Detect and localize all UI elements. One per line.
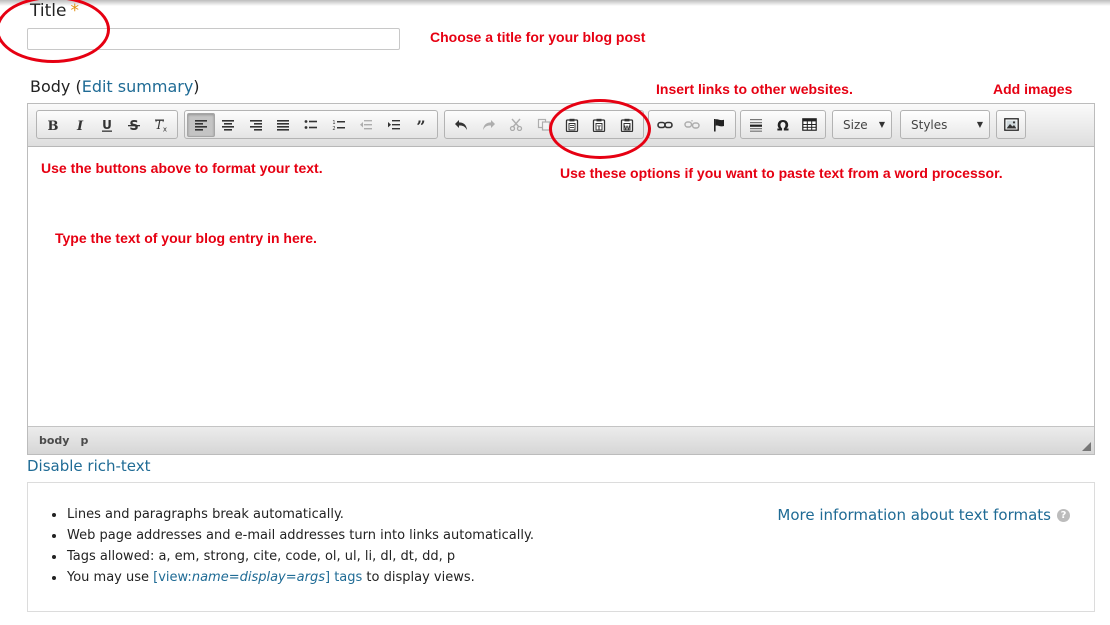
align-left-icon[interactable] [187, 112, 215, 137]
align-center-icon[interactable] [215, 113, 243, 137]
body-label: Body (Edit summary) [30, 77, 200, 96]
table-icon[interactable] [796, 113, 823, 137]
paste-hint-note: Use these options if you want to paste t… [560, 165, 1003, 181]
remove-format-icon[interactable]: Tx [148, 113, 175, 137]
element-path: body p [39, 434, 99, 447]
align-right-icon[interactable] [242, 113, 270, 137]
text-format-help: Lines and paragraphs break automatically… [27, 482, 1095, 612]
format-tip: Tags allowed: a, em, strong, cite, code,… [66, 546, 534, 567]
format-tip-views: You may use [view:name=display=args] tag… [66, 567, 534, 588]
format-tips-list: Lines and paragraphs break automatically… [48, 504, 534, 588]
svg-text:2: 2 [332, 126, 335, 131]
title-hint-note: Choose a title for your blog post [430, 29, 646, 45]
horizontal-rule-icon[interactable] [743, 113, 770, 137]
image-group [996, 110, 1026, 139]
undo-icon[interactable] [447, 113, 475, 137]
more-info-link[interactable]: More information about text formats [777, 506, 1051, 524]
title-highlight-circle [0, 0, 110, 63]
styles-dropdown-label: Styles [911, 117, 948, 132]
svg-text:I: I [76, 119, 84, 132]
link-icon[interactable] [651, 113, 678, 137]
anchor-icon[interactable] [706, 113, 733, 137]
chevron-down-icon: ▼ [878, 120, 885, 129]
edit-summary-link[interactable]: Edit summary [82, 77, 194, 96]
format-tip: Web page addresses and e-mail addresses … [66, 525, 534, 546]
paste-highlight-circle [549, 99, 651, 159]
disable-rich-text-link[interactable]: Disable rich-text [27, 457, 151, 475]
format-tip: Lines and paragraphs break automatically… [66, 504, 534, 525]
bold-icon[interactable]: B [39, 113, 66, 137]
svg-text:x: x [163, 125, 167, 132]
top-shadow [0, 0, 1110, 6]
basic-styles-group: B I U S Tx [36, 110, 178, 139]
bulleted-list-icon[interactable] [297, 113, 325, 137]
links-group [648, 110, 736, 139]
outdent-icon[interactable] [352, 113, 380, 137]
view-tags-link[interactable]: [view:name=display=args] tags [153, 570, 362, 585]
size-dropdown-label: Size [843, 117, 868, 132]
path-item-body[interactable]: body [39, 434, 69, 447]
type-hint-note: Type the text of your blog entry in here… [55, 230, 317, 246]
format-hint-note: Use the buttons above to format your tex… [41, 160, 323, 176]
special-char-icon[interactable]: Ω [770, 113, 797, 137]
path-item-p[interactable]: p [80, 434, 88, 447]
numbered-list-icon[interactable]: 12 [325, 113, 353, 137]
underline-icon[interactable]: U [93, 113, 120, 137]
help-icon[interactable]: ? [1057, 508, 1070, 522]
italic-icon[interactable]: I [66, 113, 93, 137]
cut-icon[interactable] [502, 113, 530, 137]
indent-icon[interactable] [380, 113, 408, 137]
styles-dropdown[interactable]: Styles ▼ [900, 110, 990, 139]
images-hint-note: Add images [993, 81, 1073, 97]
justify-icon[interactable] [270, 113, 298, 137]
editor-content-area[interactable] [28, 147, 1094, 427]
insert-group: Ω [740, 110, 826, 139]
more-info-row: More information about text formats ? [777, 506, 1070, 524]
editor-status-bar: body p [28, 426, 1094, 454]
resize-grip-icon[interactable] [1082, 442, 1091, 451]
svg-text:U: U [102, 118, 112, 132]
blockquote-icon[interactable]: ” [407, 113, 435, 137]
svg-text:”: ” [417, 119, 426, 131]
size-dropdown[interactable]: Size ▼ [832, 110, 892, 139]
svg-text:B: B [47, 119, 58, 132]
unlink-icon[interactable] [678, 113, 705, 137]
links-hint-note: Insert links to other websites. [656, 81, 853, 97]
chevron-down-icon: ▼ [976, 120, 983, 129]
redo-icon[interactable] [475, 113, 503, 137]
rich-text-editor: B I U S Tx 1 2 ” T W Ω Size ▼ Styles ▼ b… [27, 103, 1095, 455]
image-icon[interactable] [999, 113, 1023, 137]
paragraph-group: 12 ” [184, 110, 438, 139]
strikethrough-icon[interactable]: S [121, 113, 148, 137]
svg-text:Ω: Ω [777, 118, 789, 132]
